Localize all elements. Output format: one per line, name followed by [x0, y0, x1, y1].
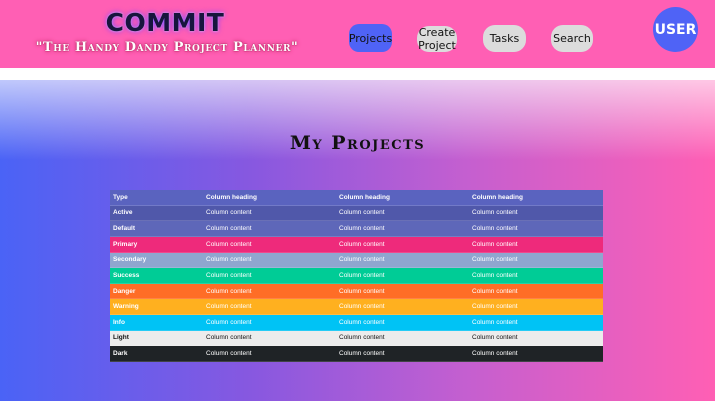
- table-header-row: Type Column heading Column heading Colum…: [110, 190, 603, 206]
- table-cell: Column content: [472, 334, 518, 342]
- table-cell: Column content: [339, 271, 385, 279]
- table-cell: Column content: [206, 240, 252, 248]
- table-cell-type: Dark: [113, 350, 128, 358]
- table-cell-type: Primary: [113, 240, 138, 248]
- table-row[interactable]: Danger Column content Column content Column…: [110, 283, 603, 300]
- table-cell: Column content: [206, 287, 252, 295]
- table-cell: Column content: [472, 287, 518, 295]
- table-cell: Column content: [472, 240, 518, 248]
- table-cell: Column content: [472, 318, 518, 326]
- table-row[interactable]: Success Column content Column content Colum…: [110, 268, 603, 284]
- table-row[interactable]: Active Column content Column content Column…: [110, 205, 603, 222]
- table-row[interactable]: Primary Column content Column content Colum…: [110, 236, 603, 253]
- table-cell-type: Warning: [113, 303, 139, 311]
- table-header-cell[interactable]: Column heading: [336, 194, 469, 201]
- nav-projects-button[interactable]: Projects: [349, 24, 392, 52]
- projects-table: Type Column heading Column heading Colum…: [110, 190, 603, 362]
- table-row[interactable]: Secondary Column content Column content Col…: [110, 252, 603, 269]
- table-cell-type: Info: [113, 318, 125, 326]
- app-tagline: "The Handy Dandy Project Planner": [35, 40, 299, 55]
- user-avatar-button[interactable]: USER: [653, 7, 698, 52]
- nav-create-project-button[interactable]: Create Project: [417, 26, 457, 52]
- table-cell: Column content: [339, 287, 385, 295]
- table-header-cell[interactable]: Column heading: [469, 194, 603, 201]
- table-cell: Column content: [472, 209, 518, 217]
- table-header-cell[interactable]: Type: [110, 194, 203, 201]
- table-cell-type: Active: [113, 209, 133, 217]
- table-header-cell[interactable]: Column heading: [203, 194, 336, 201]
- table-cell: Column content: [339, 225, 385, 233]
- table-body: Active Column content Column content Column…: [110, 205, 603, 362]
- nav-search-button[interactable]: Search: [551, 25, 593, 52]
- table-row[interactable]: Default Column content Column content Colum…: [110, 221, 603, 237]
- table-cell: Column content: [206, 350, 252, 358]
- nav-tasks-button[interactable]: Tasks: [483, 25, 526, 52]
- table-cell: Column content: [339, 334, 385, 342]
- table-cell: Column content: [206, 209, 252, 217]
- table-cell: Column content: [339, 350, 385, 358]
- table-cell: Column content: [472, 271, 518, 279]
- table-cell: Column content: [339, 209, 385, 217]
- table-row[interactable]: Info Column content Column content Column c…: [110, 315, 603, 331]
- table-cell-type: Danger: [113, 287, 136, 295]
- table-cell: Column content: [206, 256, 252, 264]
- table-cell-type: Success: [113, 271, 140, 279]
- table-cell: Column content: [206, 303, 252, 311]
- table-cell-type: Secondary: [113, 256, 147, 264]
- table-cell: Column content: [339, 318, 385, 326]
- table-row[interactable]: Warning Column content Column content Colum…: [110, 299, 603, 315]
- table-row[interactable]: Dark Column content Column content Column c…: [110, 346, 603, 362]
- table-cell: Column content: [339, 256, 385, 264]
- table-cell: Column content: [472, 350, 518, 358]
- table-cell: Column content: [472, 256, 518, 264]
- table-cell: Column content: [339, 303, 385, 311]
- table-cell: Column content: [206, 318, 252, 326]
- table-row[interactable]: Light Column content Column content Column …: [110, 330, 603, 347]
- table-cell: Column content: [206, 271, 252, 279]
- table-cell: Column content: [339, 240, 385, 248]
- table-cell: Column content: [206, 225, 252, 233]
- table-cell-type: Default: [113, 225, 136, 233]
- table-cell: Column content: [472, 225, 518, 233]
- table-cell-type: Light: [113, 334, 129, 342]
- app-logo[interactable]: COMMIT: [0, 8, 330, 37]
- page-title: My Projects: [289, 132, 426, 154]
- table-cell: Column content: [206, 334, 252, 342]
- table-cell: Column content: [472, 303, 518, 311]
